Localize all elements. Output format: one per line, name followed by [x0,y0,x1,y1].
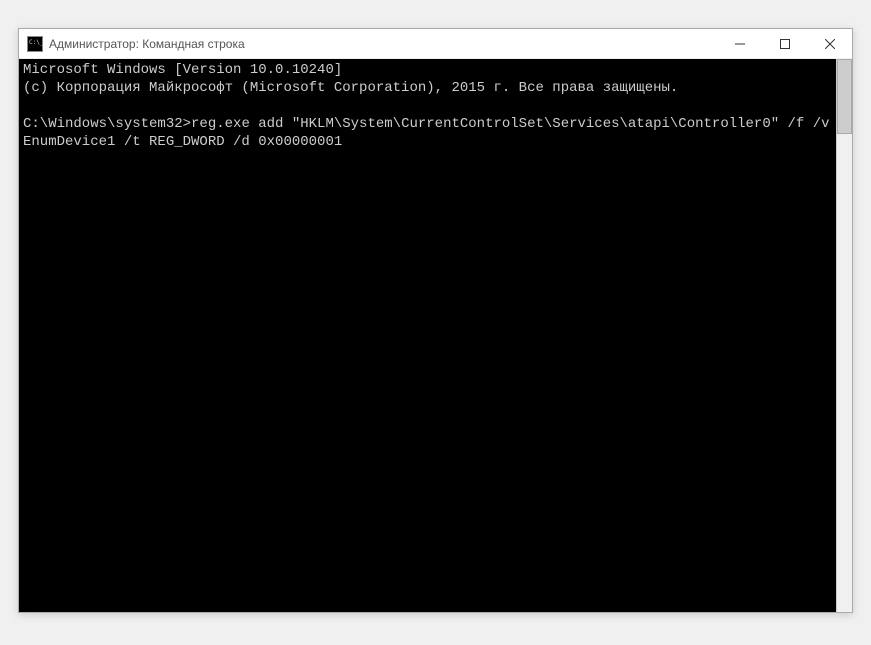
command-prompt-window: Администратор: Командная строка Microsof… [18,28,853,613]
window-title: Администратор: Командная строка [49,37,717,51]
blank-line [23,97,832,115]
console-output[interactable]: Microsoft Windows [Version 10.0.10240](c… [19,59,836,612]
vertical-scrollbar[interactable] [836,59,852,612]
prompt-text: C:\Windows\system32> [23,116,191,132]
maximize-button[interactable] [762,29,807,58]
version-line: Microsoft Windows [Version 10.0.10240] [23,61,832,79]
cursor [342,136,350,150]
window-controls [717,29,852,58]
cmd-icon [27,36,43,52]
prompt-line: C:\Windows\system32>reg.exe add "HKLM\Sy… [23,115,832,151]
copyright-line: (c) Корпорация Майкрософт (Microsoft Cor… [23,79,832,97]
close-button[interactable] [807,29,852,58]
console-body: Microsoft Windows [Version 10.0.10240](c… [19,59,852,612]
minimize-button[interactable] [717,29,762,58]
titlebar[interactable]: Администратор: Командная строка [19,29,852,59]
scrollbar-thumb[interactable] [837,59,852,134]
